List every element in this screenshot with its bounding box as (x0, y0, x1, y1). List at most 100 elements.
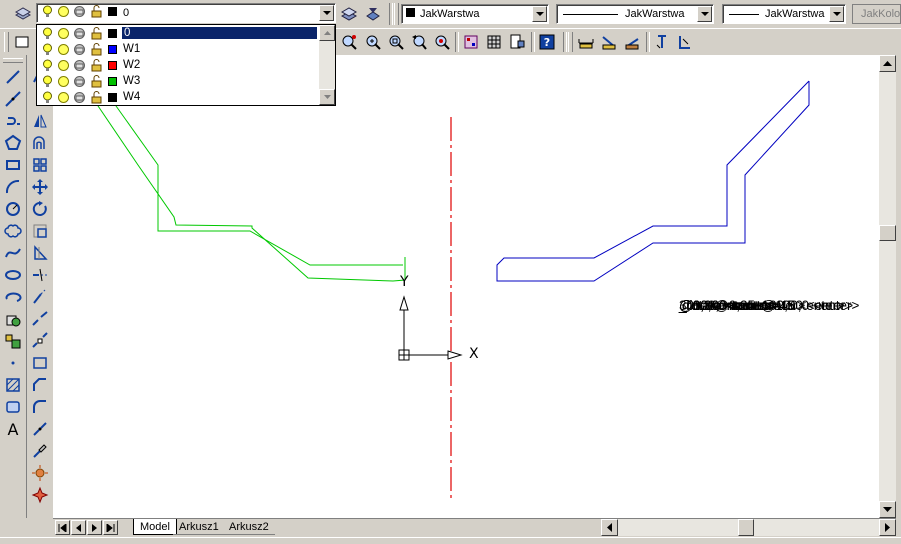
spark-icon (32, 465, 48, 481)
scroll-down-button[interactable] (879, 501, 896, 518)
layer-dropdown-list[interactable]: 0 W1 W2 W3 W4 (36, 24, 336, 106)
text-style-button[interactable] (651, 31, 673, 53)
join-button[interactable] (29, 352, 51, 374)
chevron-down-icon[interactable] (319, 5, 334, 21)
offset-button[interactable] (29, 132, 51, 154)
polyline-button[interactable] (2, 110, 24, 132)
zoom-all-button[interactable] (431, 31, 453, 53)
layer-name: 0 (122, 27, 317, 39)
chevron-down-icon[interactable] (697, 6, 712, 22)
make-object-layer-current-button[interactable] (338, 3, 360, 25)
prev-tab-button[interactable] (71, 520, 86, 535)
rotate-button[interactable] (29, 198, 51, 220)
scroll-up-button[interactable] (879, 55, 896, 72)
move-button[interactable] (29, 176, 51, 198)
pan-zoom-realtime-button[interactable] (338, 31, 360, 53)
insert-block-button[interactable] (2, 308, 24, 330)
spline-button[interactable] (2, 242, 24, 264)
bulb-icon (41, 91, 54, 104)
zoom-window-button[interactable] (362, 31, 384, 53)
break-at-point-button[interactable] (29, 308, 51, 330)
chevron-down-icon[interactable] (829, 6, 844, 22)
blue-polyline[interactable] (496, 80, 810, 282)
new-drawing-button[interactable] (11, 31, 33, 53)
chevron-down-icon[interactable] (532, 6, 547, 22)
tab-arkusz2[interactable]: Arkusz2 (223, 519, 275, 535)
trim-button[interactable] (29, 264, 51, 286)
circle-button[interactable] (2, 198, 24, 220)
horizontal-scrollbar[interactable] (601, 519, 896, 536)
dropdown-scroll-down[interactable] (319, 89, 335, 105)
revision-cloud-button[interactable] (2, 220, 24, 242)
help-button[interactable]: ? (536, 31, 558, 53)
line-button[interactable] (2, 66, 24, 88)
multiline-text-button[interactable]: A (2, 418, 24, 440)
zoom-extents-button[interactable] (385, 31, 407, 53)
make-block-button[interactable] (2, 330, 24, 352)
scroll-thumb[interactable] (879, 225, 896, 241)
explode-burst-icon (31, 486, 49, 504)
layer-item-0[interactable]: 0 (37, 26, 319, 42)
ellipse-button[interactable] (2, 264, 24, 286)
explode2-button[interactable] (29, 462, 51, 484)
erase-button[interactable] (29, 440, 51, 462)
green-polyline-offset[interactable] (93, 99, 406, 282)
scroll-left-button[interactable] (601, 519, 618, 536)
polyline-icon (7, 117, 20, 125)
layer-current-icon (340, 7, 358, 21)
region-button[interactable] (2, 396, 24, 418)
construction-line-button[interactable] (2, 88, 24, 110)
first-tab-button[interactable] (55, 520, 70, 535)
scroll-right-button[interactable] (879, 519, 896, 536)
layer-previous-button[interactable] (362, 3, 384, 25)
rotate-icon (32, 201, 47, 216)
stretch-button[interactable] (29, 242, 51, 264)
dimension-angular-button[interactable] (621, 31, 643, 53)
layer-item-w4[interactable]: W4 (37, 90, 319, 106)
drawing-area[interactable]: Y X _line <enter> 100,80 <enter> @100,0 … (53, 55, 879, 518)
dimension-aligned-button[interactable] (598, 31, 620, 53)
explode3-button[interactable] (29, 484, 51, 506)
rectangle-button[interactable] (2, 154, 24, 176)
ellipse-arc-button[interactable] (2, 286, 24, 308)
next-tab-button[interactable] (87, 520, 102, 535)
zoom-previous-button[interactable] (408, 31, 430, 53)
layer-item-w3[interactable]: W3 (37, 74, 319, 90)
scroll-h-thumb[interactable] (738, 519, 754, 536)
layer-item-w1[interactable]: W1 (37, 42, 319, 58)
arrow-down-icon (883, 506, 892, 512)
table-style-button[interactable] (674, 31, 696, 53)
dropdown-scroll-up[interactable] (319, 25, 335, 41)
fillet-button[interactable] (29, 396, 51, 418)
vertical-scrollbar[interactable] (879, 55, 896, 518)
chamfer-button[interactable] (29, 374, 51, 396)
last-tab-button[interactable] (103, 520, 118, 535)
lineweight-combo[interactable]: JakWarstwa (722, 4, 846, 24)
insert-block-icon (6, 315, 21, 327)
explode-button[interactable] (29, 418, 51, 440)
arc-button[interactable] (2, 176, 24, 198)
dimension-linear-button[interactable] (575, 31, 597, 53)
extend-icon (33, 289, 46, 304)
dropdown-scrollbar[interactable] (319, 25, 335, 105)
layer-combo[interactable]: 0 (36, 3, 336, 23)
point-button[interactable] (2, 352, 24, 374)
tool-palettes-button[interactable] (506, 31, 528, 53)
scale-button[interactable] (29, 220, 51, 242)
mirror-button[interactable] (29, 110, 51, 132)
color-combo[interactable]: JakWarstwa (401, 4, 549, 24)
tab-arkusz1[interactable]: Arkusz1 (173, 519, 225, 535)
layer-manager-button[interactable] (12, 3, 34, 25)
break-button[interactable] (29, 330, 51, 352)
tab-model[interactable]: Model (133, 519, 177, 535)
ucs-y-label: Y (400, 274, 409, 290)
extend-button[interactable] (29, 286, 51, 308)
hatch-button[interactable] (2, 374, 24, 396)
array-button[interactable] (29, 154, 51, 176)
properties-button[interactable] (460, 31, 482, 53)
modify-toolbar (27, 55, 54, 518)
layer-item-w2[interactable]: W2 (37, 58, 319, 74)
polygon-button[interactable] (2, 132, 24, 154)
design-center-button[interactable] (483, 31, 505, 53)
linetype-combo[interactable]: JakWarstwa (556, 4, 714, 24)
